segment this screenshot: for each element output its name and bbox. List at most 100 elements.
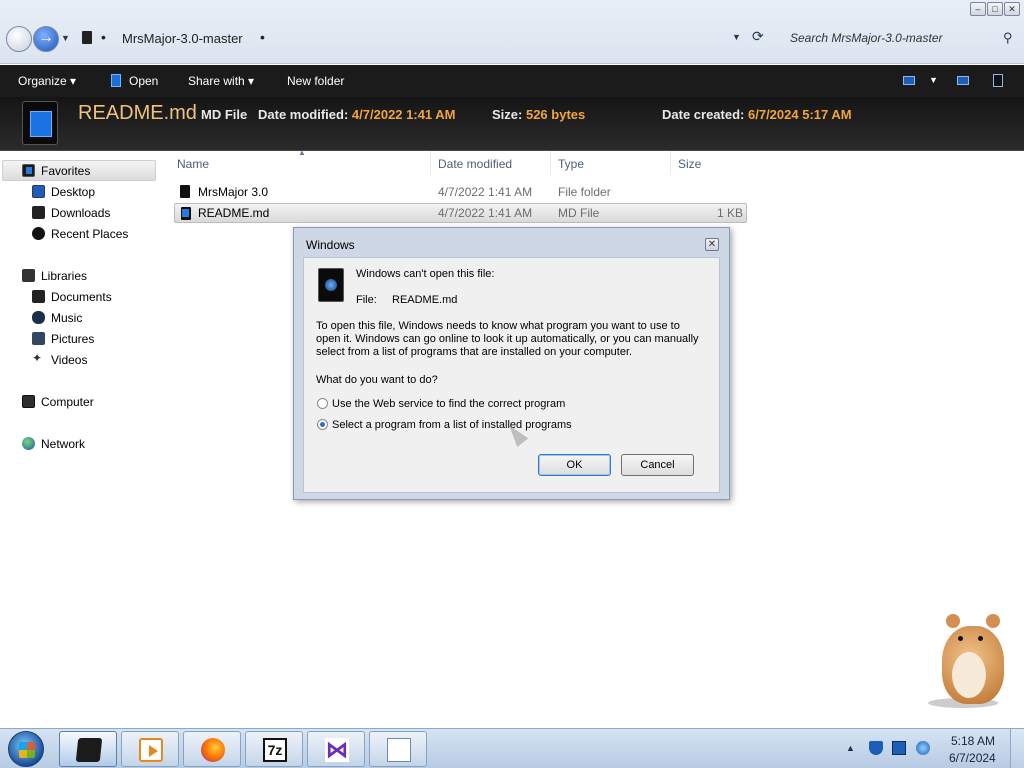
favorites-icon bbox=[22, 164, 35, 177]
show-desktop-button[interactable] bbox=[1010, 729, 1024, 768]
help-icon[interactable] bbox=[993, 74, 1003, 87]
taskbar-visual-studio[interactable]: ⋈ bbox=[307, 731, 365, 767]
nav-libraries[interactable]: Libraries bbox=[41, 269, 87, 283]
dialog-body: Windows can't open this file: File: READ… bbox=[303, 257, 720, 493]
file-type-icon bbox=[318, 268, 344, 302]
radio-installed-programs-label[interactable]: Select a program from a list of installe… bbox=[332, 419, 572, 432]
date-modified-label: Date modified: bbox=[258, 107, 349, 122]
sort-ascending-icon: ▲ bbox=[298, 148, 306, 157]
forward-button[interactable]: → bbox=[33, 26, 59, 52]
taskbar-firefox[interactable] bbox=[183, 731, 241, 767]
nav-documents[interactable]: Documents bbox=[51, 290, 112, 304]
details-size: Size: 526 bytes bbox=[492, 107, 585, 122]
recent-pages-dropdown-icon[interactable]: ▼ bbox=[61, 33, 70, 43]
dialog-close-icon[interactable]: ✕ bbox=[705, 238, 719, 251]
radio-web-service[interactable] bbox=[317, 398, 328, 409]
change-view-icon[interactable] bbox=[903, 76, 915, 85]
dialog-file-label: File: bbox=[356, 294, 377, 306]
folder-icon bbox=[82, 31, 92, 44]
window-controls: – □ ✕ bbox=[970, 2, 1020, 16]
nav-videos[interactable]: Videos bbox=[51, 353, 87, 367]
recent-places-icon bbox=[32, 227, 45, 240]
show-hidden-icons-icon[interactable]: ▲ bbox=[846, 743, 855, 753]
share-with-button[interactable]: Share with ▾ bbox=[188, 74, 254, 88]
action-center-shield-icon[interactable] bbox=[869, 741, 883, 755]
maximize-button[interactable]: □ bbox=[987, 2, 1003, 16]
open-file-icon bbox=[111, 74, 121, 87]
title-bar: – □ ✕ → ▼ • MrsMajor-3.0-master • ▼ ⟳ Se… bbox=[0, 0, 1024, 64]
date-created-label: Date created: bbox=[662, 107, 745, 122]
ok-button[interactable]: OK bbox=[538, 454, 611, 476]
downloads-icon bbox=[32, 206, 45, 219]
nav-pictures[interactable]: Pictures bbox=[51, 332, 94, 346]
breadcrumb-separator-icon[interactable]: • bbox=[101, 29, 106, 45]
search-input[interactable]: Search MrsMajor-3.0-master bbox=[790, 31, 942, 45]
share-with-label: Share with bbox=[188, 74, 245, 88]
hamster-eye bbox=[978, 636, 983, 641]
network-tray-icon[interactable] bbox=[892, 741, 906, 755]
taskbar-7zip[interactable]: 7z bbox=[245, 731, 303, 767]
hamster-mascot-image bbox=[928, 606, 1010, 708]
column-divider[interactable] bbox=[430, 151, 431, 175]
documents-icon bbox=[32, 290, 45, 303]
file-row[interactable]: MrsMajor 3.0 4/7/2022 1:41 AM File folde… bbox=[174, 182, 747, 202]
dialog-question: What do you want to do? bbox=[316, 374, 438, 386]
minimize-button[interactable]: – bbox=[970, 2, 986, 16]
size-label: Size: bbox=[492, 107, 523, 122]
column-header-name[interactable]: Name bbox=[177, 157, 209, 171]
nav-downloads[interactable]: Downloads bbox=[51, 206, 110, 220]
file-row-selected[interactable]: README.md 4/7/2022 1:41 AM MD File 1 KB bbox=[174, 203, 747, 223]
new-folder-button[interactable]: New folder bbox=[287, 74, 344, 88]
view-options-dropdown-icon[interactable]: ▼ bbox=[929, 75, 938, 85]
nav-favorites[interactable]: Favorites bbox=[41, 164, 90, 178]
radio-installed-programs[interactable] bbox=[317, 419, 328, 430]
taskbar-notepad[interactable] bbox=[369, 731, 427, 767]
file-name: README.md bbox=[198, 206, 270, 220]
column-header-size[interactable]: Size bbox=[678, 157, 701, 171]
dialog-title: Windows bbox=[306, 238, 355, 252]
volume-icon[interactable] bbox=[916, 741, 930, 755]
details-date-modified: Date modified: 4/7/2022 1:41 AM bbox=[258, 107, 456, 122]
preview-pane-icon[interactable] bbox=[957, 76, 969, 85]
open-with-dialog: Windows ✕ Windows can't open this file: … bbox=[293, 227, 730, 500]
visual-studio-icon: ⋈ bbox=[325, 737, 349, 762]
file-name: MrsMajor 3.0 bbox=[198, 185, 269, 199]
open-button[interactable]: Open bbox=[129, 74, 158, 88]
nav-network[interactable]: Network bbox=[41, 437, 85, 451]
clock-date[interactable]: 6/7/2024 bbox=[949, 751, 996, 765]
nav-music[interactable]: Music bbox=[51, 311, 82, 325]
pictures-icon bbox=[32, 332, 45, 345]
file-size: 1 KB bbox=[716, 206, 743, 220]
taskbar-explorer[interactable] bbox=[59, 731, 117, 767]
column-header-type[interactable]: Type bbox=[558, 157, 584, 171]
cancel-button[interactable]: Cancel bbox=[621, 454, 694, 476]
file-type-icon bbox=[22, 101, 58, 145]
breadcrumb-separator-icon[interactable]: • bbox=[260, 29, 265, 45]
column-header-date-modified[interactable]: Date modified bbox=[438, 157, 512, 171]
column-divider[interactable] bbox=[550, 151, 551, 175]
music-icon bbox=[32, 311, 45, 324]
back-button[interactable] bbox=[6, 26, 32, 52]
hamster-ear bbox=[986, 614, 1000, 628]
nav-recent-places[interactable]: Recent Places bbox=[51, 227, 128, 241]
close-button[interactable]: ✕ bbox=[1004, 2, 1020, 16]
address-history-dropdown-icon[interactable]: ▼ bbox=[732, 32, 741, 42]
md-file-icon bbox=[181, 207, 191, 220]
libraries-icon bbox=[22, 269, 35, 282]
details-file-name: README.md bbox=[78, 102, 197, 124]
taskbar: 7z ⋈ ▲ 5:18 AM 6/7/2024 bbox=[0, 728, 1024, 768]
start-button[interactable] bbox=[8, 731, 44, 767]
firefox-icon bbox=[201, 738, 225, 762]
clock-time[interactable]: 5:18 AM bbox=[951, 734, 995, 748]
media-player-icon bbox=[139, 738, 163, 762]
taskbar-media-player[interactable] bbox=[121, 731, 179, 767]
search-icon[interactable]: ⚲ bbox=[1003, 30, 1013, 46]
nav-computer[interactable]: Computer bbox=[41, 395, 94, 409]
notepad-icon bbox=[387, 738, 411, 762]
column-divider[interactable] bbox=[670, 151, 671, 175]
radio-web-service-label[interactable]: Use the Web service to find the correct … bbox=[332, 398, 565, 411]
address-breadcrumb[interactable]: MrsMajor-3.0-master bbox=[122, 31, 243, 46]
organize-button[interactable]: Organize ▾ bbox=[18, 74, 76, 88]
nav-desktop[interactable]: Desktop bbox=[51, 185, 95, 199]
refresh-icon[interactable]: ⟳ bbox=[752, 28, 764, 45]
